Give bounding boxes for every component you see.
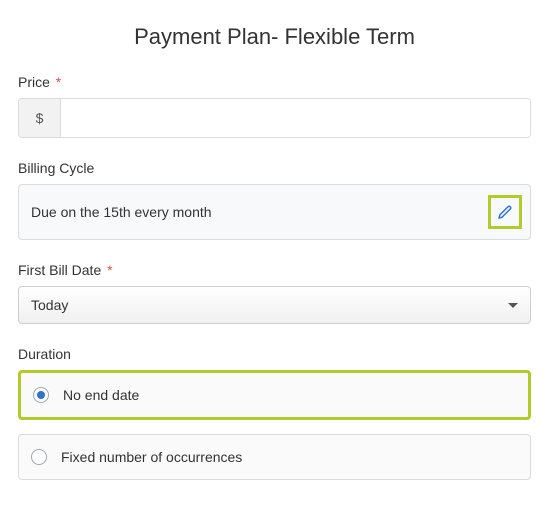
price-required-marker: * <box>56 74 61 90</box>
duration-option-no-end[interactable]: No end date <box>18 370 531 420</box>
billing-cycle-field: Due on the 15th every month <box>18 184 531 240</box>
duration-option-fixed-label: Fixed number of occurrences <box>61 449 242 465</box>
radio-icon <box>33 387 49 403</box>
edit-billing-cycle-button[interactable] <box>488 195 522 229</box>
duration-option-no-end-label: No end date <box>63 387 139 403</box>
page-title: Payment Plan- Flexible Term <box>18 24 531 50</box>
price-label: Price * <box>18 74 531 90</box>
duration-label: Duration <box>18 346 531 362</box>
first-bill-date-select[interactable]: Today <box>18 286 531 324</box>
radio-icon <box>31 449 47 465</box>
currency-prefix: $ <box>19 99 61 137</box>
chevron-down-icon <box>508 303 518 308</box>
pencil-icon <box>496 203 514 221</box>
billing-cycle-label: Billing Cycle <box>18 160 531 176</box>
price-input-group: $ <box>18 98 531 138</box>
price-label-text: Price <box>18 74 50 90</box>
billing-cycle-value: Due on the 15th every month <box>31 204 212 220</box>
duration-option-fixed[interactable]: Fixed number of occurrences <box>18 434 531 480</box>
first-bill-date-label: First Bill Date * <box>18 262 531 278</box>
first-bill-date-selected: Today <box>31 297 68 313</box>
first-bill-date-required-marker: * <box>107 262 112 278</box>
first-bill-date-label-text: First Bill Date <box>18 262 101 278</box>
price-input[interactable] <box>61 99 530 137</box>
